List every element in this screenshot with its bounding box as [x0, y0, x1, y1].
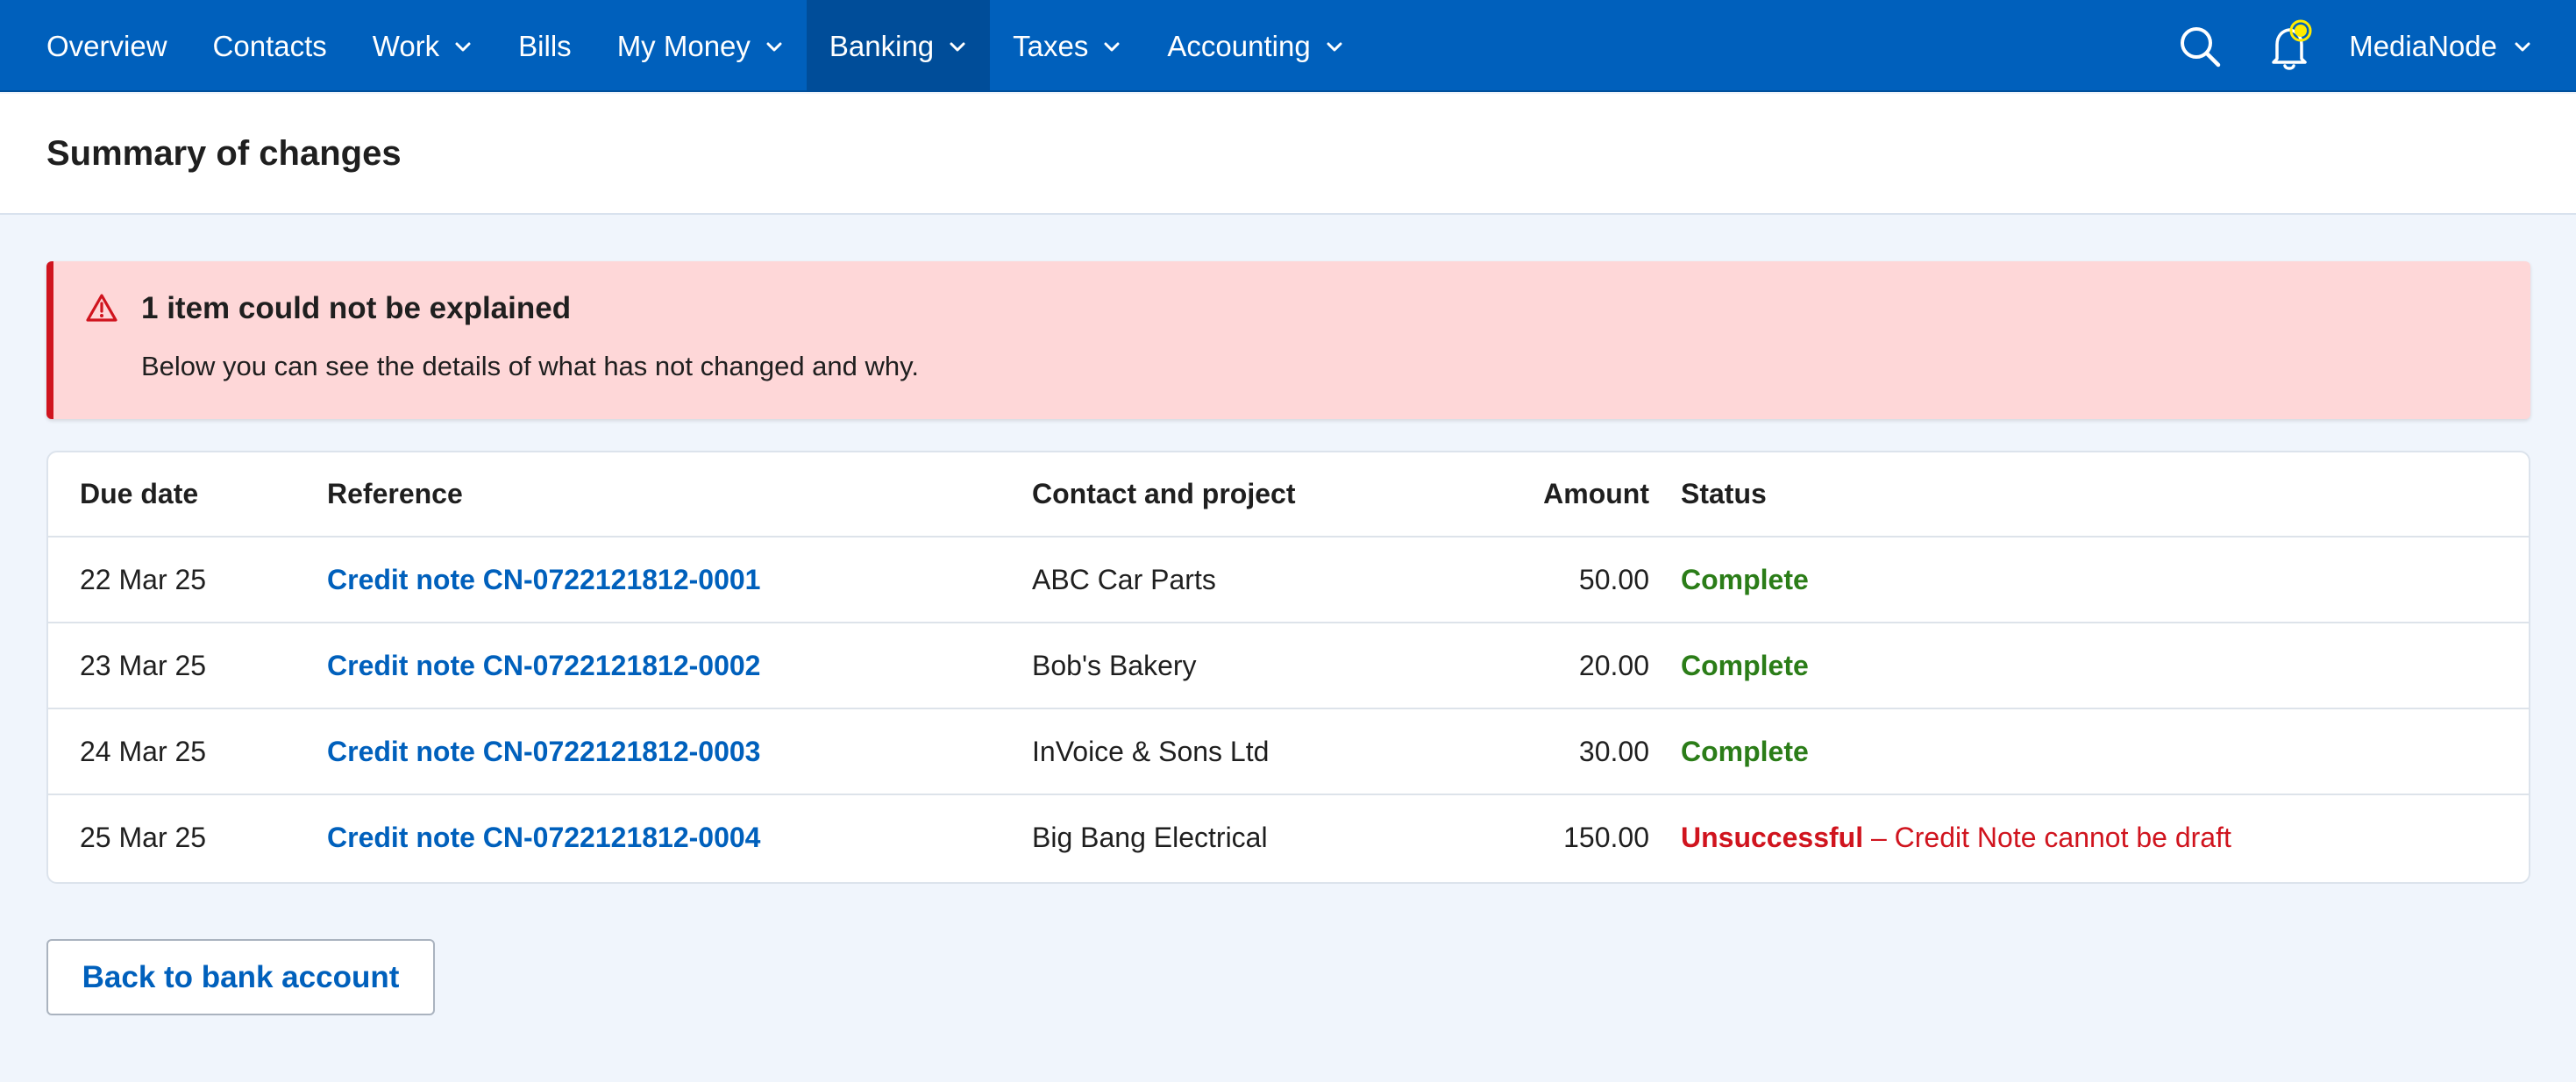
nav-item-label: Bills: [518, 29, 572, 62]
status-text: Unsuccessful: [1681, 822, 1864, 853]
amount-cell: 20.00: [1578, 649, 1649, 681]
nav-item-label: Accounting: [1167, 29, 1311, 62]
chevron-down-icon: [2515, 42, 2530, 51]
reference-link[interactable]: Credit note CN-0722121812-0001: [327, 564, 760, 595]
nav-item-label: Overview: [46, 29, 167, 62]
header-status: Status: [1681, 478, 1767, 509]
chevron-down-icon: [766, 42, 782, 51]
account-name: MediaNode: [2349, 29, 2497, 62]
due-date-cell: 24 Mar 25: [80, 735, 207, 767]
chevron-down-icon: [1327, 42, 1342, 51]
search-icon: [2181, 26, 2221, 67]
nav-item-work[interactable]: Work: [350, 0, 495, 92]
page-title: Summary of changes: [46, 133, 402, 173]
nav-item-label: Banking: [829, 29, 935, 62]
reference-link[interactable]: Credit note CN-0722121812-0003: [327, 736, 760, 767]
status-cell: Complete: [1681, 708, 2529, 794]
nav-item-taxes[interactable]: Taxes: [990, 0, 1144, 92]
nav-item-accounting[interactable]: Accounting: [1144, 0, 1366, 92]
contact-cell: InVoice & Sons Ltd: [1032, 735, 1270, 767]
contact-cell: ABC Car Parts: [1032, 563, 1216, 595]
notifications-button[interactable]: [2263, 18, 2319, 75]
account-menu[interactable]: MediaNode: [2349, 30, 2532, 63]
search-button[interactable]: [2172, 18, 2228, 75]
table-row: 25 Mar 25 Credit note CN-0722121812-0004…: [48, 794, 2529, 880]
nav-item-label: Contacts: [212, 29, 327, 62]
table-row: 24 Mar 25 Credit note CN-0722121812-0003…: [48, 708, 2529, 794]
reference-link[interactable]: Credit note CN-0722121812-0004: [327, 822, 760, 853]
table-row: 23 Mar 25 Credit note CN-0722121812-0002…: [48, 623, 2529, 708]
bell-icon: [2272, 19, 2312, 70]
nav-item-bills[interactable]: Bills: [495, 0, 594, 92]
nav-item-overview[interactable]: Overview: [0, 0, 190, 92]
table-row: 22 Mar 25 Credit note CN-0722121812-0001…: [48, 537, 2529, 623]
due-date-cell: 22 Mar 25: [80, 563, 207, 595]
nav-item-label: Taxes: [1013, 29, 1089, 62]
nav-item-label: Work: [372, 29, 440, 62]
amount-cell: 150.00: [1563, 822, 1649, 853]
nav-right-group: MediaNode: [2172, 0, 2576, 92]
header-reference: Reference: [327, 478, 463, 509]
status-text: Complete: [1681, 735, 1809, 767]
header-amount: Amount: [1543, 478, 1649, 509]
nav-item-label: My Money: [616, 29, 751, 62]
warning-triangle-icon: [86, 294, 117, 322]
contact-cell: Big Bang Electrical: [1032, 822, 1268, 853]
alert-title: 1 item could not be explained: [141, 291, 572, 325]
header-due-date: Due date: [80, 478, 199, 509]
contact-cell: Bob's Bakery: [1032, 649, 1197, 681]
amount-cell: 50.00: [1578, 563, 1649, 595]
page-header: Summary of changes: [0, 94, 2576, 215]
due-date-cell: 23 Mar 25: [80, 649, 207, 681]
results-table: Due date Reference Contact and project A…: [48, 452, 2529, 880]
results-table-card: Due date Reference Contact and project A…: [46, 451, 2530, 884]
status-reason: – Credit Note cannot be draft: [1863, 822, 2231, 853]
chevron-down-icon: [950, 42, 965, 51]
nav-item-my-money[interactable]: My Money: [594, 0, 807, 92]
status-cell: Complete: [1681, 537, 2529, 623]
table-header-row: Due date Reference Contact and project A…: [48, 452, 2529, 537]
top-navigation: Overview Contacts Work Bills My Money Ba…: [0, 0, 2576, 92]
reference-link[interactable]: Credit note CN-0722121812-0002: [327, 650, 760, 681]
status-text: Complete: [1681, 649, 1809, 681]
chevron-down-icon: [455, 42, 471, 51]
nav-item-contacts[interactable]: Contacts: [190, 0, 350, 92]
status-cell: Complete: [1681, 623, 2529, 708]
back-to-bank-account-button[interactable]: Back to bank account: [46, 939, 435, 1015]
error-alert: 1 item could not be explained Below you …: [46, 261, 2530, 419]
amount-cell: 30.00: [1578, 735, 1649, 767]
chevron-down-icon: [1104, 42, 1120, 51]
status-text: Complete: [1681, 563, 1809, 595]
status-cell: Unsuccessful – Credit Note cannot be dra…: [1681, 794, 2529, 880]
header-contact: Contact and project: [1032, 478, 1296, 509]
due-date-cell: 25 Mar 25: [80, 822, 207, 853]
nav-item-banking[interactable]: Banking: [806, 0, 991, 92]
alert-text: Below you can see the details of what ha…: [141, 351, 919, 381]
